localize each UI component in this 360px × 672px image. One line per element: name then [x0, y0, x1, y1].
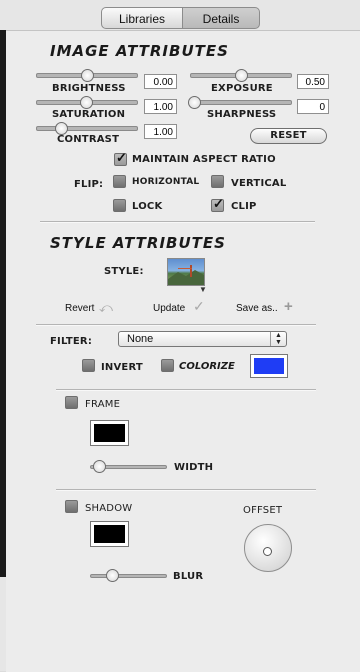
tab-details[interactable]: Details — [182, 7, 260, 29]
sharpness-slider-knob[interactable] — [188, 96, 201, 109]
contrast-label: CONTRAST — [57, 134, 120, 145]
chevron-updown-icon: ▲ ▼ — [270, 332, 286, 346]
checkmark-icon: ✓ — [116, 150, 127, 165]
section-divider — [56, 389, 316, 391]
lock-label: LOCK — [132, 201, 163, 212]
landscape-thumbnail-icon — [168, 265, 204, 285]
brightness-slider-knob[interactable] — [81, 69, 94, 82]
offset-label: OFFSET — [243, 505, 283, 516]
update-check-icon[interactable]: ✓ — [193, 298, 205, 315]
section-divider — [40, 221, 315, 223]
contrast-slider[interactable] — [36, 126, 138, 131]
colorize-checkbox[interactable] — [161, 359, 174, 372]
reset-button[interactable]: RESET — [250, 128, 327, 144]
invert-checkbox[interactable] — [82, 359, 95, 372]
vertical-checkbox[interactable] — [211, 175, 224, 188]
style-dropdown-arrow-icon[interactable]: ▼ — [199, 285, 207, 294]
add-icon[interactable]: + — [284, 298, 293, 315]
image-attributes-heading: IMAGE ATTRIBUTES — [50, 42, 229, 60]
section-divider — [56, 489, 316, 491]
tab-libraries[interactable]: Libraries — [101, 7, 183, 29]
width-label: WIDTH — [174, 462, 214, 473]
shadow-color-well[interactable] — [90, 521, 129, 547]
style-preview-thumbnail[interactable] — [167, 258, 205, 286]
flip-label: FLIP: — [74, 179, 104, 190]
lock-checkbox[interactable] — [113, 199, 126, 212]
style-label: STYLE: — [104, 266, 144, 277]
checkmark-icon: ✓ — [213, 196, 224, 211]
saturation-slider-knob[interactable] — [80, 96, 93, 109]
brightness-label: BRIGHTNESS — [52, 83, 126, 94]
shadow-label: SHADOW — [85, 503, 133, 514]
save-as-label: Save as.. — [236, 303, 278, 314]
clip-checkbox[interactable]: ✓ — [211, 196, 224, 212]
colorize-color-fill — [254, 358, 284, 374]
horizontal-checkbox[interactable] — [113, 175, 126, 188]
style-attributes-heading: STYLE ATTRIBUTES — [50, 234, 226, 252]
filter-select[interactable]: None ▲ ▼ — [118, 331, 287, 347]
vertical-label: VERTICAL — [231, 178, 287, 189]
clip-label: CLIP — [231, 201, 257, 212]
revert-icon[interactable]: ⤺ — [99, 300, 113, 316]
maintain-aspect-ratio-label: MAINTAIN ASPECT RATIO — [132, 154, 276, 165]
exposure-slider-knob[interactable] — [235, 69, 248, 82]
brightness-field[interactable]: 0.00 — [144, 74, 177, 89]
sharpness-field[interactable]: 0 — [297, 99, 329, 114]
maintain-aspect-ratio-checkbox[interactable]: ✓ — [114, 150, 127, 166]
shadow-blur-slider-knob[interactable] — [106, 569, 119, 582]
filter-label: FILTER: — [50, 336, 93, 347]
colorize-label: COLORIZE — [179, 361, 235, 372]
exposure-field[interactable]: 0.50 — [297, 74, 329, 89]
contrast-field[interactable]: 1.00 — [144, 124, 177, 139]
frame-width-slider-knob[interactable] — [93, 460, 106, 473]
blur-label: BLUR — [173, 571, 204, 582]
shadow-offset-dial[interactable] — [244, 524, 292, 572]
offset-dial-handle[interactable] — [263, 547, 272, 556]
frame-checkbox[interactable] — [65, 396, 78, 409]
frame-color-well[interactable] — [90, 420, 129, 446]
update-label: Update — [153, 303, 186, 314]
shadow-blur-slider[interactable] — [90, 574, 167, 578]
inspector-panel: Libraries Details IMAGE ATTRIBUTES BRIGH… — [0, 0, 360, 672]
frame-label: FRAME — [85, 399, 121, 410]
saturation-label: SATURATION — [52, 109, 126, 120]
revert-label: Revert — [65, 303, 95, 314]
saturation-field[interactable]: 1.00 — [144, 99, 177, 114]
frame-color-fill — [94, 424, 125, 442]
shadow-checkbox[interactable] — [65, 500, 78, 513]
shadow-color-fill — [94, 525, 125, 543]
colorize-color-well[interactable] — [250, 354, 288, 378]
horizontal-label: HORIZONTAL — [132, 177, 200, 187]
filter-select-value: None — [127, 333, 154, 345]
sharpness-label: SHARPNESS — [207, 109, 277, 120]
exposure-label: EXPOSURE — [211, 83, 273, 94]
section-divider — [36, 324, 316, 326]
sharpness-slider[interactable] — [190, 100, 292, 105]
invert-label: INVERT — [101, 362, 143, 373]
